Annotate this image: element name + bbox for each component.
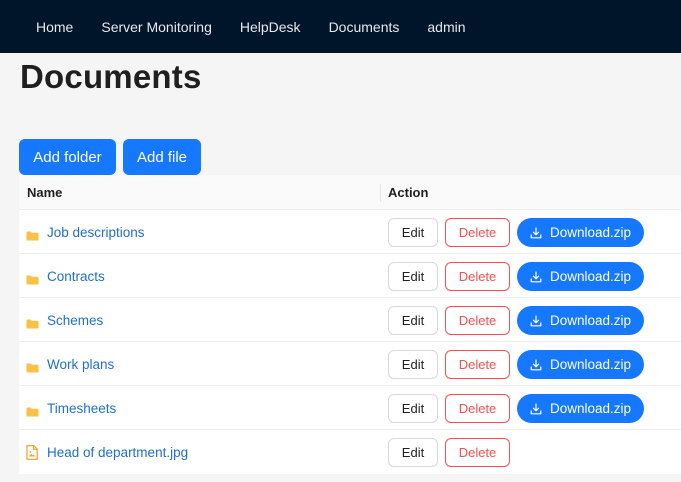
nav-item-helpdesk[interactable]: HelpDesk (226, 19, 315, 35)
row-name-cell: Contracts (26, 254, 105, 298)
nav-item-documents[interactable]: Documents (315, 19, 414, 35)
folder-icon (26, 228, 39, 240)
edit-button[interactable]: Edit (388, 262, 438, 291)
nav-item-home[interactable]: Home (22, 19, 87, 35)
folder-link[interactable]: Timesheets (47, 401, 116, 416)
folder-link[interactable]: Job descriptions (47, 225, 145, 240)
download-zip-label: Download.zip (549, 313, 632, 328)
row-name-cell: Head of department.jpg (26, 430, 188, 474)
delete-button[interactable]: Delete (445, 438, 510, 467)
table-row: Job descriptions Edit Delete Download.zip (19, 210, 681, 254)
delete-button[interactable]: Delete (445, 218, 510, 247)
file-link[interactable]: Head of department.jpg (47, 445, 188, 460)
download-icon (530, 270, 542, 283)
table-body: Job descriptions Edit Delete Download.zip Co… (19, 210, 681, 474)
delete-button[interactable]: Delete (445, 306, 510, 335)
documents-table: Name Action Job descriptions Edit Delete Do… (19, 175, 681, 474)
download-icon (530, 358, 542, 371)
add-file-button[interactable]: Add file (123, 139, 201, 175)
add-folder-button[interactable]: Add folder (19, 139, 116, 175)
column-header-name: Name (27, 185, 63, 200)
row-name-cell: Work plans (26, 342, 114, 386)
folder-icon (26, 272, 39, 284)
edit-button[interactable]: Edit (388, 218, 438, 247)
table-row: Timesheets Edit Delete Download.zip (19, 386, 681, 430)
download-zip-button[interactable]: Download.zip (517, 350, 644, 379)
nav-item-server-monitoring[interactable]: Server Monitoring (87, 19, 226, 35)
folder-icon (26, 316, 39, 328)
row-name-cell: Schemes (26, 298, 103, 342)
top-navbar: Home Server Monitoring HelpDesk Document… (0, 0, 681, 53)
table-header: Name Action (19, 175, 681, 210)
folder-icon (26, 404, 39, 416)
page-title: Documents (20, 58, 202, 95)
download-zip-button[interactable]: Download.zip (517, 394, 644, 423)
folder-link[interactable]: Schemes (47, 313, 103, 328)
folder-link[interactable]: Work plans (47, 357, 114, 372)
download-zip-button[interactable]: Download.zip (517, 306, 644, 335)
table-row: Contracts Edit Delete Download.zip (19, 254, 681, 298)
table-row: Schemes Edit Delete Download.zip (19, 298, 681, 342)
download-zip-label: Download.zip (549, 357, 632, 372)
delete-button[interactable]: Delete (445, 262, 510, 291)
folder-link[interactable]: Contracts (47, 269, 105, 284)
row-name-cell: Timesheets (26, 386, 116, 430)
download-zip-button[interactable]: Download.zip (517, 262, 644, 291)
folder-icon (26, 360, 39, 372)
table-row: Head of department.jpg Edit Delete (19, 430, 681, 474)
nav-item-admin[interactable]: admin (413, 19, 479, 35)
download-zip-button[interactable]: Download.zip (517, 218, 644, 247)
download-icon (530, 314, 542, 327)
column-divider (380, 184, 381, 202)
download-zip-label: Download.zip (549, 225, 632, 240)
delete-button[interactable]: Delete (445, 350, 510, 379)
download-icon (530, 226, 542, 239)
table-row: Work plans Edit Delete Download.zip (19, 342, 681, 386)
download-zip-label: Download.zip (549, 401, 632, 416)
image-file-icon (26, 444, 38, 460)
download-zip-label: Download.zip (549, 269, 632, 284)
edit-button[interactable]: Edit (388, 350, 438, 379)
edit-button[interactable]: Edit (388, 306, 438, 335)
edit-button[interactable]: Edit (388, 438, 438, 467)
column-header-action: Action (388, 185, 429, 200)
edit-button[interactable]: Edit (388, 394, 438, 423)
row-name-cell: Job descriptions (26, 210, 145, 254)
download-icon (530, 402, 542, 415)
delete-button[interactable]: Delete (445, 394, 510, 423)
